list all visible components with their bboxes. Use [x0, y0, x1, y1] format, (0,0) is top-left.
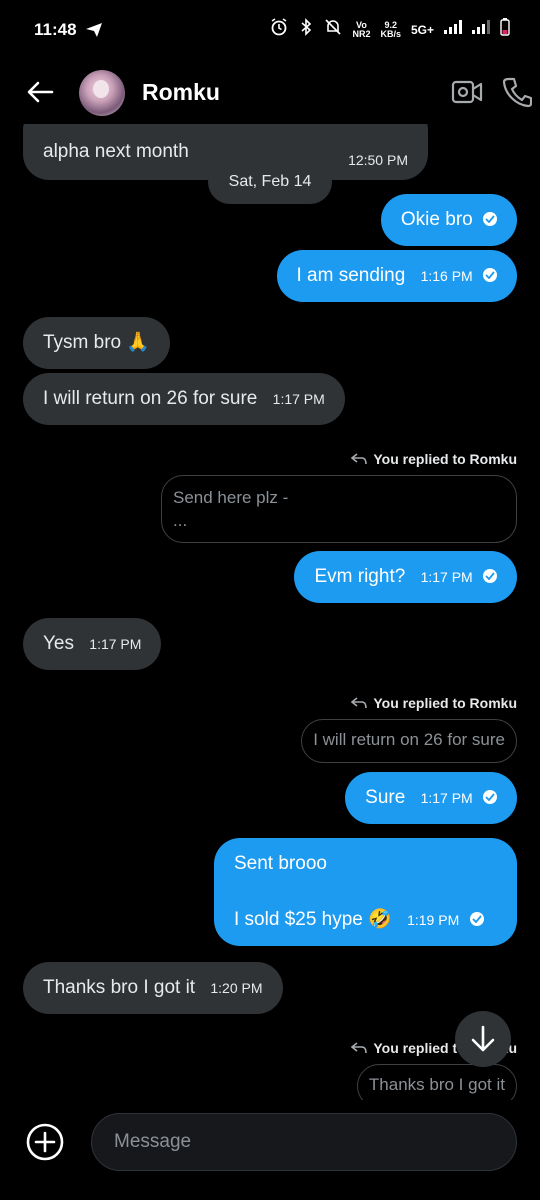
message-time: 12:50 PM [348, 152, 408, 168]
message-time: 1:19 PM [407, 912, 460, 928]
read-check-icon [483, 790, 497, 804]
quoted-text: I will return on 26 for sure [313, 730, 505, 749]
reply-arrow-icon [351, 1042, 368, 1054]
phone-call-icon[interactable] [502, 76, 533, 113]
message-text: Yes [43, 633, 74, 654]
message-time: 1:17 PM [89, 636, 142, 652]
scroll-to-bottom-button[interactable] [455, 1011, 511, 1067]
message-text: Thanks bro I got it [43, 977, 196, 998]
message-time: 1:20 PM [210, 980, 263, 996]
bluetooth-icon [298, 18, 314, 41]
quoted-message[interactable]: I will return on 26 for sure [301, 719, 517, 763]
message-bubble-incoming[interactable]: Tysm bro 🙏 [23, 317, 171, 369]
reply-indicator: You replied to Romku [351, 451, 517, 467]
status-bar: 11:48 Vo NR2 9.2 KB/s 5G+ [0, 0, 540, 62]
message-time: 1:17 PM [272, 391, 325, 407]
battery-icon [500, 18, 510, 41]
message-text: I am sending [296, 265, 406, 286]
reply-arrow-icon [351, 697, 368, 709]
read-check-icon [469, 912, 484, 926]
add-attachment-icon[interactable] [25, 1122, 65, 1162]
message-text: I will return on 26 for sure [43, 388, 258, 409]
mute-bell-icon [324, 18, 342, 41]
quoted-message[interactable]: Send here plz - ... [161, 475, 517, 543]
message-input[interactable] [91, 1113, 517, 1171]
telegram-send-icon [86, 23, 102, 42]
date-separator: Sat, Feb 14 [208, 160, 332, 204]
video-call-icon[interactable] [451, 78, 483, 111]
reply-label: You replied to Romku [373, 695, 517, 711]
reply-arrow-icon [351, 453, 368, 465]
contact-name[interactable]: Romku [142, 79, 220, 106]
message-text: Evm right? [314, 566, 406, 587]
arrow-down-icon [471, 1025, 495, 1052]
message-time: 1:16 PM [420, 268, 473, 284]
reply-indicator: You replied to Romku [351, 695, 517, 711]
alarm-icon [270, 18, 288, 41]
contact-avatar[interactable] [79, 70, 125, 116]
network-type: 5G+ [410, 22, 434, 37]
status-time: 11:48 [34, 20, 77, 39]
message-list[interactable]: alpha next month 12:50 PM Sat, Feb 14 Ok… [0, 124, 540, 1100]
quoted-message[interactable]: Thanks bro I got it [356, 1064, 517, 1100]
back-arrow-icon[interactable] [24, 76, 56, 108]
network-speed: 9.2 KB/s [380, 19, 401, 39]
status-icons: Vo NR2 9.2 KB/s 5G+ [270, 18, 510, 41]
message-time: 1:17 PM [420, 569, 473, 585]
message-text: alpha next month [43, 141, 189, 162]
quoted-text: Thanks bro I got it [368, 1075, 505, 1094]
vonr-indicator: Vo NR2 [352, 19, 371, 39]
signal-icon-2 [472, 20, 490, 39]
message-text: Tysm bro 🙏 [43, 332, 151, 353]
read-check-icon [483, 268, 497, 282]
message-bubble-outgoing[interactable]: Sent brooo I sold $25 hype 🤣 1:19 PM [214, 838, 517, 946]
signal-icon [444, 20, 462, 39]
message-bubble-outgoing[interactable]: Okie bro [380, 194, 517, 246]
message-bubble-incoming[interactable]: Yes 1:17 PM [23, 618, 162, 670]
message-text: Sure [365, 787, 406, 808]
message-text-line1: Sent brooo [234, 853, 327, 874]
composer-bar [0, 1100, 540, 1200]
quoted-text-line2: ... [173, 511, 188, 530]
reply-label: You replied to Romku [373, 451, 517, 467]
message-time: 1:17 PM [420, 790, 473, 806]
message-bubble-incoming[interactable]: Thanks bro I got it 1:20 PM [23, 962, 283, 1014]
message-text-line2: I sold $25 hype 🤣 [234, 909, 392, 930]
quoted-text-line1: Send here plz - [173, 488, 289, 507]
message-text: Okie bro [400, 209, 473, 230]
message-bubble-outgoing[interactable]: I am sending 1:16 PM [276, 250, 517, 302]
message-bubble-outgoing[interactable]: Evm right? 1:17 PM [294, 551, 517, 603]
read-check-icon [483, 569, 497, 583]
message-bubble-outgoing[interactable]: Sure 1:17 PM [345, 772, 517, 824]
message-bubble-incoming[interactable]: I will return on 26 for sure 1:17 PM [23, 373, 345, 425]
chat-header: Romku [0, 62, 540, 124]
read-check-icon [483, 212, 497, 226]
